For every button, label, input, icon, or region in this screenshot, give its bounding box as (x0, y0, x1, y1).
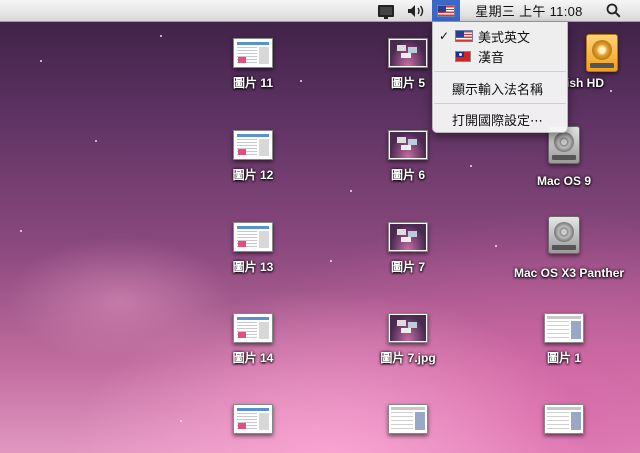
menu-item-label: 顯示輸入法名稱 (452, 81, 544, 97)
window-thumbnail (544, 404, 584, 434)
desktop-icon-label: Mac OS X3 Panther (514, 266, 625, 280)
desktop-icon[interactable]: 圖片 7.jpg (358, 313, 458, 366)
taiwan-flag-icon (455, 50, 471, 62)
document-thumbnail (233, 130, 273, 160)
desktop-icon-label: 圖片 1 (546, 351, 581, 365)
monitor-icon (378, 4, 394, 19)
speaker-volume-icon (407, 4, 425, 18)
desktop-icon[interactable]: 圖片 1 (514, 313, 614, 366)
desktop-icon-label: 圖片 7.jpg (380, 351, 436, 365)
desktop-icon[interactable]: Mac OS X3 Panther (514, 216, 625, 280)
screenshot-thumbnail (388, 313, 428, 343)
menu-item-label: 漢音 (478, 49, 505, 65)
hard-drive-icon (586, 34, 618, 72)
desktop-icon[interactable]: 圖片 7 (358, 222, 458, 275)
desktop-icon-label: 圖片 11 (232, 76, 274, 90)
menu-item-us-english[interactable]: ✓ 美式英文 (433, 26, 567, 46)
magnifier-icon (606, 3, 621, 18)
menu-item-label: 美式英文 (478, 29, 531, 45)
desktop-icon[interactable]: Mac OS 9 (514, 126, 614, 188)
desktop-icon-label: 圖片 14 (232, 351, 274, 365)
screenshot-thumbnail (388, 130, 428, 160)
desktop-icon-label: Mac OS 9 (536, 174, 592, 188)
volume-menu[interactable] (403, 0, 429, 21)
window-thumbnail (388, 404, 428, 434)
menu-separator (434, 71, 566, 72)
menubar-clock[interactable]: 星期三 上午 11:08 (466, 0, 592, 21)
menu-item-hanin[interactable]: 漢音 (433, 46, 567, 66)
desktop-icon[interactable] (514, 404, 614, 434)
menubar: 星期三 上午 11:08 (0, 0, 640, 22)
desktop-icon-label: 圖片 13 (232, 260, 274, 274)
window-thumbnail (544, 313, 584, 343)
screenshot-thumbnail (388, 38, 428, 68)
menu-separator (434, 103, 566, 104)
desktop-icon[interactable]: 圖片 6 (358, 130, 458, 183)
desktop-icon[interactable]: 圖片 13 (203, 222, 303, 275)
document-thumbnail (233, 404, 273, 434)
screenshot-thumbnail (388, 222, 428, 252)
checkmark-icon: ✓ (439, 29, 450, 43)
desktop-icon[interactable] (358, 404, 458, 434)
input-menu[interactable] (432, 0, 460, 21)
us-flag-icon (455, 30, 473, 42)
desktop-icon[interactable]: 圖片 11 (203, 38, 303, 91)
menu-item-open-international[interactable]: 打開國際設定⋯ (433, 109, 567, 129)
display-menu[interactable] (374, 0, 398, 21)
menu-item-label: 打開國際設定⋯ (452, 112, 544, 128)
input-menu-dropdown: ✓ 美式英文 漢音 顯示輸入法名稱 打開國際設定⋯ (432, 22, 568, 133)
spotlight-button[interactable] (600, 0, 626, 21)
document-thumbnail (233, 313, 273, 343)
desktop-icon-label: 圖片 12 (232, 168, 274, 182)
document-thumbnail (233, 38, 273, 68)
desktop-icon-label: 圖片 6 (390, 168, 425, 182)
hard-drive-icon (548, 216, 580, 254)
us-flag-icon (437, 4, 455, 17)
desktop-icon-label: 圖片 7 (390, 260, 425, 274)
desktop-icon[interactable] (203, 404, 303, 434)
desktop-icon[interactable]: 圖片 14 (203, 313, 303, 366)
desktop-icon[interactable]: 圖片 12 (203, 130, 303, 183)
menu-item-show-input-name[interactable]: 顯示輸入法名稱 (433, 78, 567, 98)
document-thumbnail (233, 222, 273, 252)
